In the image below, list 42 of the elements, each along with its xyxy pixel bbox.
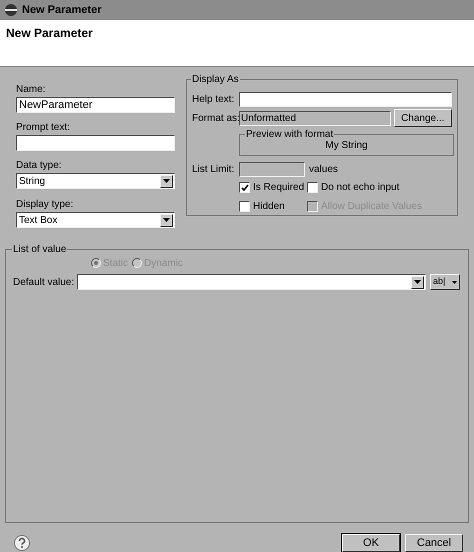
dropdown-button[interactable] [160, 174, 173, 188]
field-label: Display type: [16, 198, 74, 211]
checkbox[interactable] [239, 182, 250, 193]
field-label: List Limit: [192, 162, 236, 176]
dropdown-value: String [19, 174, 46, 188]
caret-icon [163, 218, 170, 222]
field-label: Format as: [192, 112, 239, 126]
field-label: Data type: [16, 159, 63, 172]
dropdown-button[interactable] [411, 276, 424, 288]
format-field: Unformatted [239, 110, 391, 126]
checkbox-label: Hidden [253, 200, 285, 214]
dropdown-field[interactable]: String [16, 173, 175, 189]
help-text-field[interactable] [239, 92, 452, 106]
text-field[interactable]: NewParameter [16, 97, 175, 113]
field-label: Prompt text: [16, 121, 71, 134]
caret-icon [452, 280, 457, 284]
window-title: New Parameter [22, 2, 102, 18]
field-label: Name: [16, 83, 46, 96]
expression-button[interactable]: ab| [430, 274, 460, 290]
dialog-button[interactable]: Cancel [405, 534, 463, 552]
dialog-button[interactable]: OK [342, 534, 400, 552]
checkbox-label: Do not echo input [321, 181, 400, 195]
dropdown-button[interactable] [160, 214, 173, 226]
checkbox[interactable] [239, 201, 250, 212]
checkbox-label: Is Required [253, 181, 304, 195]
app-icon [4, 3, 18, 17]
checkbox[interactable] [307, 182, 318, 193]
caret-icon [163, 179, 170, 183]
change-button[interactable]: Change... [394, 109, 452, 127]
help-icon[interactable] [14, 535, 30, 551]
preview-text: My String [325, 139, 368, 153]
dropdown-value: Text Box [19, 214, 58, 228]
field-label: Default value: [13, 276, 76, 290]
caret-icon [414, 280, 421, 284]
field-label: values [309, 162, 338, 176]
dialog-title: New Parameter [6, 25, 94, 42]
list-limit-field[interactable] [239, 162, 305, 176]
field-label: Help text: [192, 92, 236, 106]
group-title: Display As [191, 73, 240, 86]
dropdown-field[interactable]: Text Box [16, 212, 175, 228]
default-value-field[interactable] [77, 274, 426, 290]
text-field[interactable] [16, 135, 175, 151]
